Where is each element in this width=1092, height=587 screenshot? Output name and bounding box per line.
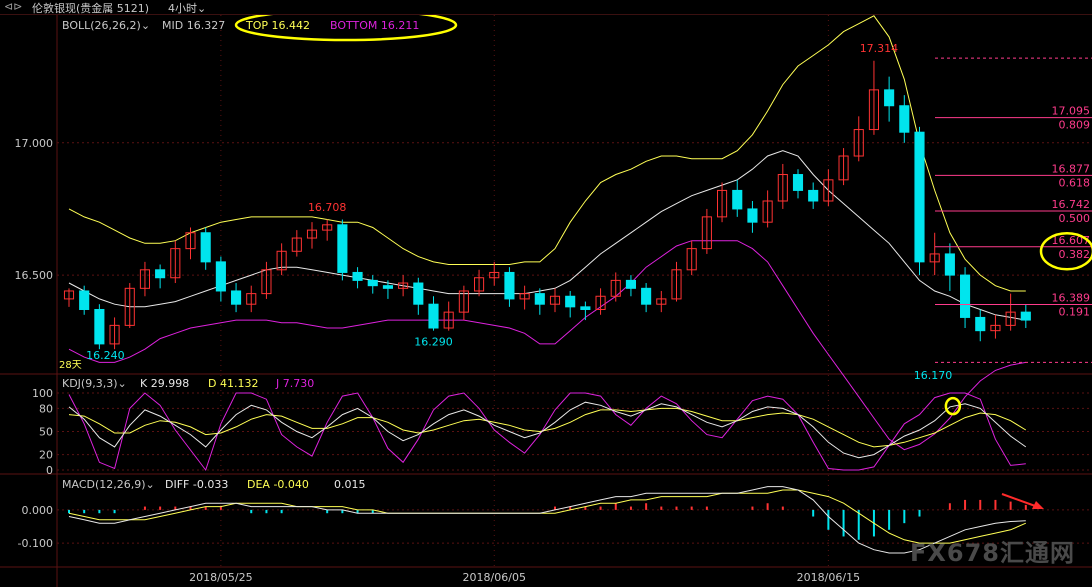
candle-body xyxy=(884,89,895,107)
candle-body xyxy=(580,306,591,310)
candle-body xyxy=(215,261,226,292)
price-axis-label: 16.500 xyxy=(15,269,54,282)
kdj-axis-label: 50 xyxy=(39,426,53,439)
kdj-axis-label: 80 xyxy=(39,402,53,415)
boll-mid-value: MID 16.327 xyxy=(162,19,225,32)
candle-body xyxy=(960,274,971,318)
macd-indicator-name: MACD(12,26,9)⌄ xyxy=(62,478,155,491)
candle-body xyxy=(1020,311,1031,321)
fib-price-label: 17.095 xyxy=(1052,105,1091,118)
annotation-arrow xyxy=(1001,493,1039,508)
fib-ratio-label: 0.382 xyxy=(1059,248,1091,261)
macd-hist-value: 0.015 xyxy=(334,478,366,491)
boll-mid-line xyxy=(68,150,1026,321)
candle-body xyxy=(625,279,636,289)
candle-body xyxy=(732,189,743,210)
candle-body xyxy=(337,224,348,273)
kdj-axis-label: 0 xyxy=(46,464,53,477)
date-axis-label: 2018/06/15 xyxy=(797,571,860,584)
period-label: 4小时 xyxy=(168,2,197,15)
candle-body xyxy=(413,282,424,305)
candle-body xyxy=(382,285,393,289)
left-low-label: 16.240 xyxy=(86,349,125,362)
candle-body xyxy=(428,303,439,329)
candle-body xyxy=(155,269,166,279)
boll-bottom-line xyxy=(68,240,1026,451)
title-bar: ⊲⊳ 伦敦银现(贵金属 5121) 4小时⌄ xyxy=(0,0,1092,15)
candle-body xyxy=(975,316,986,332)
fib-price-label: 16.389 xyxy=(1052,291,1091,304)
candle-body xyxy=(94,308,105,345)
chevron-down-icon: ⌄ xyxy=(197,2,207,15)
boll-top-value: TOP 16.442 xyxy=(245,19,310,32)
window-title: 伦敦银现(贵金属 5121) xyxy=(32,2,150,15)
candle-body xyxy=(899,105,910,133)
boll-indicator-name: BOLL(26,26,2)⌄ xyxy=(62,19,150,32)
fib-ratio-label: 0.500 xyxy=(1059,212,1091,225)
candle-body xyxy=(944,253,955,276)
candle-body xyxy=(808,189,819,202)
kdj-indicator-name: KDJ(9,3,3)⌄ xyxy=(62,377,127,390)
back-forward-icon[interactable]: ⊲⊳ xyxy=(4,0,22,13)
candle-body xyxy=(79,290,90,310)
candle-body xyxy=(914,131,925,263)
fib-price-label: 16.742 xyxy=(1052,198,1091,211)
candle-body xyxy=(200,232,211,263)
candle-body xyxy=(747,208,758,223)
macd-axis-label: 0.000 xyxy=(22,504,54,517)
boll-bottom-value: BOTTOM 16.211 xyxy=(330,19,419,32)
right-low-label: 16.170 xyxy=(914,369,953,382)
price-axis-label: 17.000 xyxy=(15,137,54,150)
fib-price-label: 16.877 xyxy=(1052,162,1091,175)
kdj-d-value: D 41.132 xyxy=(208,377,258,390)
macd-dea-value: DEA -0.040 xyxy=(247,478,309,491)
date-axis-label: 2018/05/25 xyxy=(189,571,252,584)
date-axis-label: 2018/06/05 xyxy=(463,571,526,584)
candle-body xyxy=(367,279,378,287)
kdj-k-value: K 29.998 xyxy=(140,377,189,390)
macd-axis-label: -0.100 xyxy=(18,537,53,550)
fib-ratio-label: 0.618 xyxy=(1059,176,1091,189)
period-selector[interactable]: 4小时⌄ xyxy=(168,0,206,16)
candle-body xyxy=(792,174,804,191)
macd-dea-line xyxy=(68,489,1026,544)
candle-body xyxy=(565,295,576,308)
watermark: FX678汇通网 xyxy=(910,539,1075,567)
high-price-label: 17.314 xyxy=(860,42,899,55)
fib-ratio-label: 0.809 xyxy=(1059,119,1091,132)
kdj-j-value: J 7.730 xyxy=(275,377,314,390)
mid-low-label: 16.290 xyxy=(414,335,453,348)
left-peak-label: 16.708 xyxy=(308,201,347,214)
kdj-axis-label: 20 xyxy=(39,449,53,462)
candle-body xyxy=(352,271,363,281)
macd-diff-value: DIFF -0.033 xyxy=(165,478,228,491)
fib-ratio-label: 0.191 xyxy=(1059,305,1091,318)
candle-body xyxy=(641,287,652,305)
kdj-axis-label: 100 xyxy=(32,387,53,400)
candle-body xyxy=(534,293,545,305)
chart-canvas[interactable]: 17.000 16.500 100 80 50 20 0 0.000 -0.100 2018/05… xyxy=(0,15,1092,587)
days-count-label: 28天 xyxy=(59,360,82,371)
boll-top-line xyxy=(68,15,1026,292)
candle-body xyxy=(231,290,242,305)
candle-body xyxy=(504,271,515,300)
